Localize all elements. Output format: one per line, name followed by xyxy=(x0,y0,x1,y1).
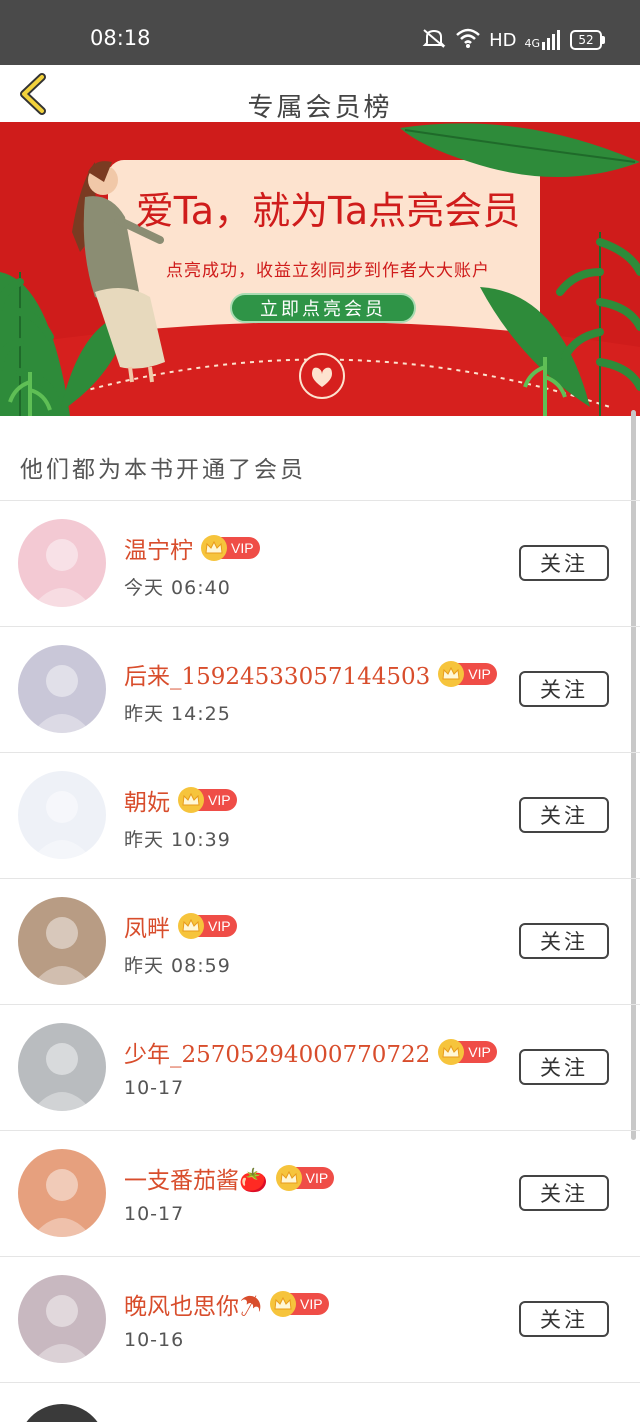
banner-subtitle: 点亮成功，收益立刻同步到作者大大账户 xyxy=(166,261,490,281)
member-name[interactable]: 一支番茄酱🍅 VIP xyxy=(124,1161,335,1195)
crown-icon xyxy=(178,787,204,813)
member-time: 昨天 08:59 xyxy=(124,955,231,977)
follow-button[interactable]: 关注 xyxy=(519,1301,609,1337)
crown-icon xyxy=(270,1291,296,1317)
member-name-text: 温宁柠 xyxy=(124,538,193,564)
vip-badge: VIP xyxy=(178,787,237,813)
member-row[interactable]: 凤畔 VIP 昨天 08:59 关注 xyxy=(0,879,640,1005)
crown-icon xyxy=(275,1165,302,1191)
avatar[interactable] xyxy=(18,1023,106,1111)
member-row[interactable]: 一支番茄酱🍅 VIP 10-17 关注 xyxy=(0,1131,640,1257)
member-row[interactable]: 少年_25705294000770722 VIP 10-17 关注 xyxy=(0,1005,640,1131)
status-time: 08:18 xyxy=(90,26,151,50)
member-time: 昨天 10:39 xyxy=(124,829,231,851)
vip-badge: VIP xyxy=(438,1039,497,1065)
member-name[interactable]: 后来_15924533057144503 VIP xyxy=(124,657,497,691)
vip-badge: VIP xyxy=(178,913,237,939)
member-name[interactable]: 凤畔 VIP xyxy=(124,909,237,943)
member-row[interactable]: 晚风也思你☂ VIP 10-16 关注 xyxy=(0,1257,640,1383)
vip-label: VIP xyxy=(458,1041,497,1063)
member-name[interactable]: 朝妧 VIP xyxy=(124,783,237,817)
member-time: 10-16 xyxy=(124,1329,185,1351)
avatar[interactable] xyxy=(18,771,106,859)
member-row-partial[interactable] xyxy=(0,1386,640,1422)
avatar[interactable] xyxy=(18,1149,106,1237)
signal-label: 4G xyxy=(524,37,540,50)
avatar[interactable] xyxy=(18,519,106,607)
member-name-text: 晚风也思你☂ xyxy=(124,1294,262,1320)
member-time: 10-17 xyxy=(124,1077,185,1099)
wifi-icon xyxy=(455,27,481,53)
follow-button[interactable]: 关注 xyxy=(519,1049,609,1085)
member-name-text: 凤畔 xyxy=(124,916,170,942)
status-bar: 08:18 HD 4G 52 xyxy=(0,0,640,65)
vip-badge: VIP xyxy=(438,661,497,687)
crown-icon xyxy=(201,535,227,561)
avatar[interactable] xyxy=(18,897,106,985)
member-time: 今天 06:40 xyxy=(124,577,231,599)
vip-badge: VIP xyxy=(275,1165,335,1191)
member-name[interactable]: 温宁柠 VIP xyxy=(124,531,260,565)
banner-cta-button[interactable]: 立即点亮会员 xyxy=(230,293,416,323)
member-name[interactable]: 少年_25705294000770722 VIP xyxy=(124,1035,497,1069)
member-row[interactable]: 后来_15924533057144503 VIP 昨天 14:25 关注 xyxy=(0,627,640,753)
member-time: 昨天 14:25 xyxy=(124,703,231,725)
follow-button[interactable]: 关注 xyxy=(519,797,609,833)
member-time: 10-17 xyxy=(124,1203,185,1225)
avatar[interactable] xyxy=(18,645,106,733)
follow-button[interactable]: 关注 xyxy=(519,671,609,707)
page-title: 专属会员榜 xyxy=(247,93,393,123)
vip-badge: VIP xyxy=(201,535,260,561)
member-row[interactable]: 朝妧 VIP 昨天 10:39 关注 xyxy=(0,753,640,879)
divider xyxy=(0,1382,640,1383)
network-type: HD xyxy=(489,29,517,51)
member-name[interactable]: 晚风也思你☂ VIP xyxy=(124,1287,329,1321)
vip-badge: VIP xyxy=(270,1291,329,1317)
follow-button[interactable]: 关注 xyxy=(519,545,609,581)
app-header: 专属会员榜 xyxy=(0,65,640,123)
member-row[interactable]: 温宁柠 VIP 今天 06:40 关注 xyxy=(0,501,640,627)
banner-headline: 爱Ta，就为Ta点亮会员 xyxy=(135,189,521,233)
mute-icon xyxy=(421,27,447,53)
vip-label: VIP xyxy=(458,663,497,685)
follow-button[interactable]: 关注 xyxy=(519,923,609,959)
member-name-text: 朝妧 xyxy=(124,790,170,816)
battery-icon: 52 xyxy=(570,30,605,50)
promo-banner[interactable]: 爱Ta，就为Ta点亮会员 点亮成功，收益立刻同步到作者大大账户 立即点亮会员 xyxy=(0,122,640,416)
follow-button[interactable]: 关注 xyxy=(519,1175,609,1211)
member-name-text: 后来_15924533057144503 xyxy=(124,664,431,690)
member-name-text: 少年_25705294000770722 xyxy=(124,1042,431,1068)
signal-icon: 4G xyxy=(524,30,562,50)
crown-icon xyxy=(178,913,204,939)
member-name-text: 一支番茄酱🍅 xyxy=(124,1168,268,1194)
avatar[interactable] xyxy=(18,1404,106,1422)
avatar[interactable] xyxy=(18,1275,106,1363)
section-title: 他们都为本书开通了会员 xyxy=(20,457,306,483)
